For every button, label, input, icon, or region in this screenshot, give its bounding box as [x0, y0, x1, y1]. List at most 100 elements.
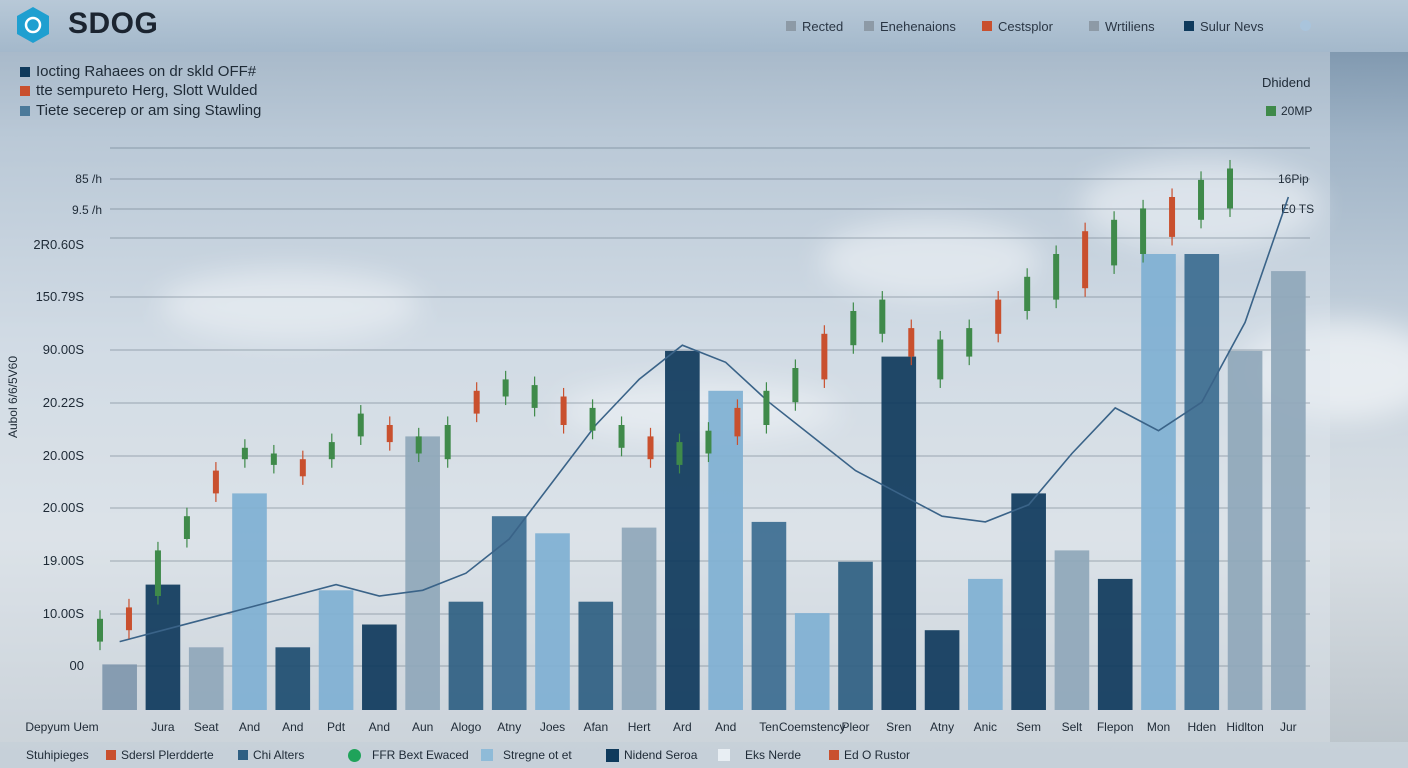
bar [448, 601, 484, 710]
legend-swatch [481, 749, 493, 761]
bar [794, 613, 830, 710]
legend-swatch [106, 750, 116, 760]
x-tick-label: Sem [1016, 720, 1041, 734]
bar [1011, 493, 1046, 710]
candle-body [97, 618, 103, 642]
bar [275, 647, 311, 710]
x-tick-label: Alogo [450, 720, 482, 734]
candle-body [1227, 168, 1233, 209]
x-tick-label: Pleor [841, 720, 870, 734]
candle-body [1053, 254, 1060, 300]
candle-body [1111, 219, 1118, 266]
candle-body [502, 379, 509, 397]
candle-body [676, 442, 683, 465]
legend-swatch [238, 750, 248, 760]
candle-body [1024, 276, 1031, 311]
legend-swatch [829, 750, 839, 760]
bar [924, 630, 960, 710]
legend-swatch [718, 749, 730, 761]
candle-body [995, 299, 1002, 334]
legend-dot-icon [348, 748, 361, 762]
candle-body [328, 442, 335, 460]
candle-body [1140, 208, 1147, 254]
bar [318, 590, 354, 710]
bar [665, 350, 700, 710]
bar [491, 516, 527, 710]
candle-body [908, 328, 915, 357]
bottom-legend-item[interactable]: Chi Alters [238, 748, 304, 762]
x-tick-label: Mon [1146, 720, 1171, 734]
bar [102, 664, 137, 710]
bar [188, 647, 224, 710]
bar [1097, 578, 1133, 710]
candle-body [734, 407, 741, 437]
x-tick-label: Aun [411, 720, 434, 734]
bar [145, 584, 181, 710]
x-tick-label: And [238, 720, 261, 734]
x-tick-label: Atny [497, 720, 522, 734]
candle-body [444, 425, 451, 460]
bar [232, 493, 267, 710]
x-tick-label: Pdt [327, 720, 346, 734]
bar [1141, 254, 1176, 710]
candle-body [415, 436, 422, 454]
bar [968, 578, 1003, 710]
x-tick-label: Afan [583, 720, 609, 734]
x-tick-label: Flepon [1096, 720, 1134, 734]
x-tick-label: Ten [759, 720, 779, 734]
bar [362, 624, 397, 710]
legend-label: Eks Nerde [745, 748, 802, 762]
candle-body [386, 425, 393, 443]
candle-body [589, 407, 596, 431]
legend-label: Stregne ot et [503, 748, 572, 762]
x-tick-label: Joes [539, 720, 566, 734]
candle-body [705, 430, 712, 454]
chart-canvas [97, 147, 1310, 710]
legend-label: Chi Alters [253, 748, 305, 762]
x-tick-label: And [714, 720, 737, 734]
x-tick-label: Sren [886, 720, 912, 734]
bar [1271, 271, 1306, 710]
candle-body [763, 390, 770, 425]
bottom-legend-item[interactable]: Nidend Seroa [606, 748, 697, 762]
candle-body [879, 299, 886, 334]
bar [1054, 550, 1090, 710]
bar [1227, 350, 1263, 710]
x-tick-label: Seat [193, 720, 219, 734]
legend-label: FFR Bext Ewaced [372, 748, 469, 762]
x-tick-label: Jur [1280, 720, 1297, 734]
candle-body [212, 470, 219, 494]
candle-body [647, 436, 654, 460]
x-tick-label: Depyum Uem [25, 720, 99, 734]
candle-body [183, 516, 190, 539]
candle-body [1198, 179, 1205, 220]
candle-body [560, 396, 567, 425]
x-tick-label: Jura [151, 720, 175, 734]
bottom-legend-item[interactable]: Stregne ot et [481, 748, 572, 762]
candle-body [850, 311, 857, 346]
x-tick-label: Hden [1187, 720, 1217, 734]
legend-label: Ed O Rustor [844, 748, 911, 762]
bottom-legend-item[interactable]: Ed O Rustor [829, 748, 910, 762]
x-tick-label: Ard [673, 720, 692, 734]
x-tick-label: And [282, 720, 304, 734]
candle-body [1082, 231, 1089, 289]
bar [578, 601, 614, 710]
bottom-legend-item[interactable]: FFR Bext Ewaced [348, 748, 469, 762]
candle-body [241, 447, 248, 460]
candle-body [792, 368, 799, 403]
candle-body [618, 425, 625, 448]
bottom-legend-item: Stuhipieges [26, 748, 89, 762]
candle-body [154, 550, 161, 596]
x-tick-label: Hidlton [1226, 720, 1264, 734]
candle-body [299, 459, 306, 477]
candle-body [937, 339, 944, 380]
legend-label: Stuhipieges [26, 748, 89, 762]
bar [838, 561, 873, 710]
bar [405, 436, 440, 710]
bottom-legend-item[interactable]: Eks Nerde [718, 748, 801, 762]
bottom-legend-item[interactable]: Sdersl Plerdderte [106, 748, 214, 762]
candle-body [357, 413, 364, 437]
bar [1184, 254, 1220, 710]
x-tick-label: And [368, 720, 391, 734]
